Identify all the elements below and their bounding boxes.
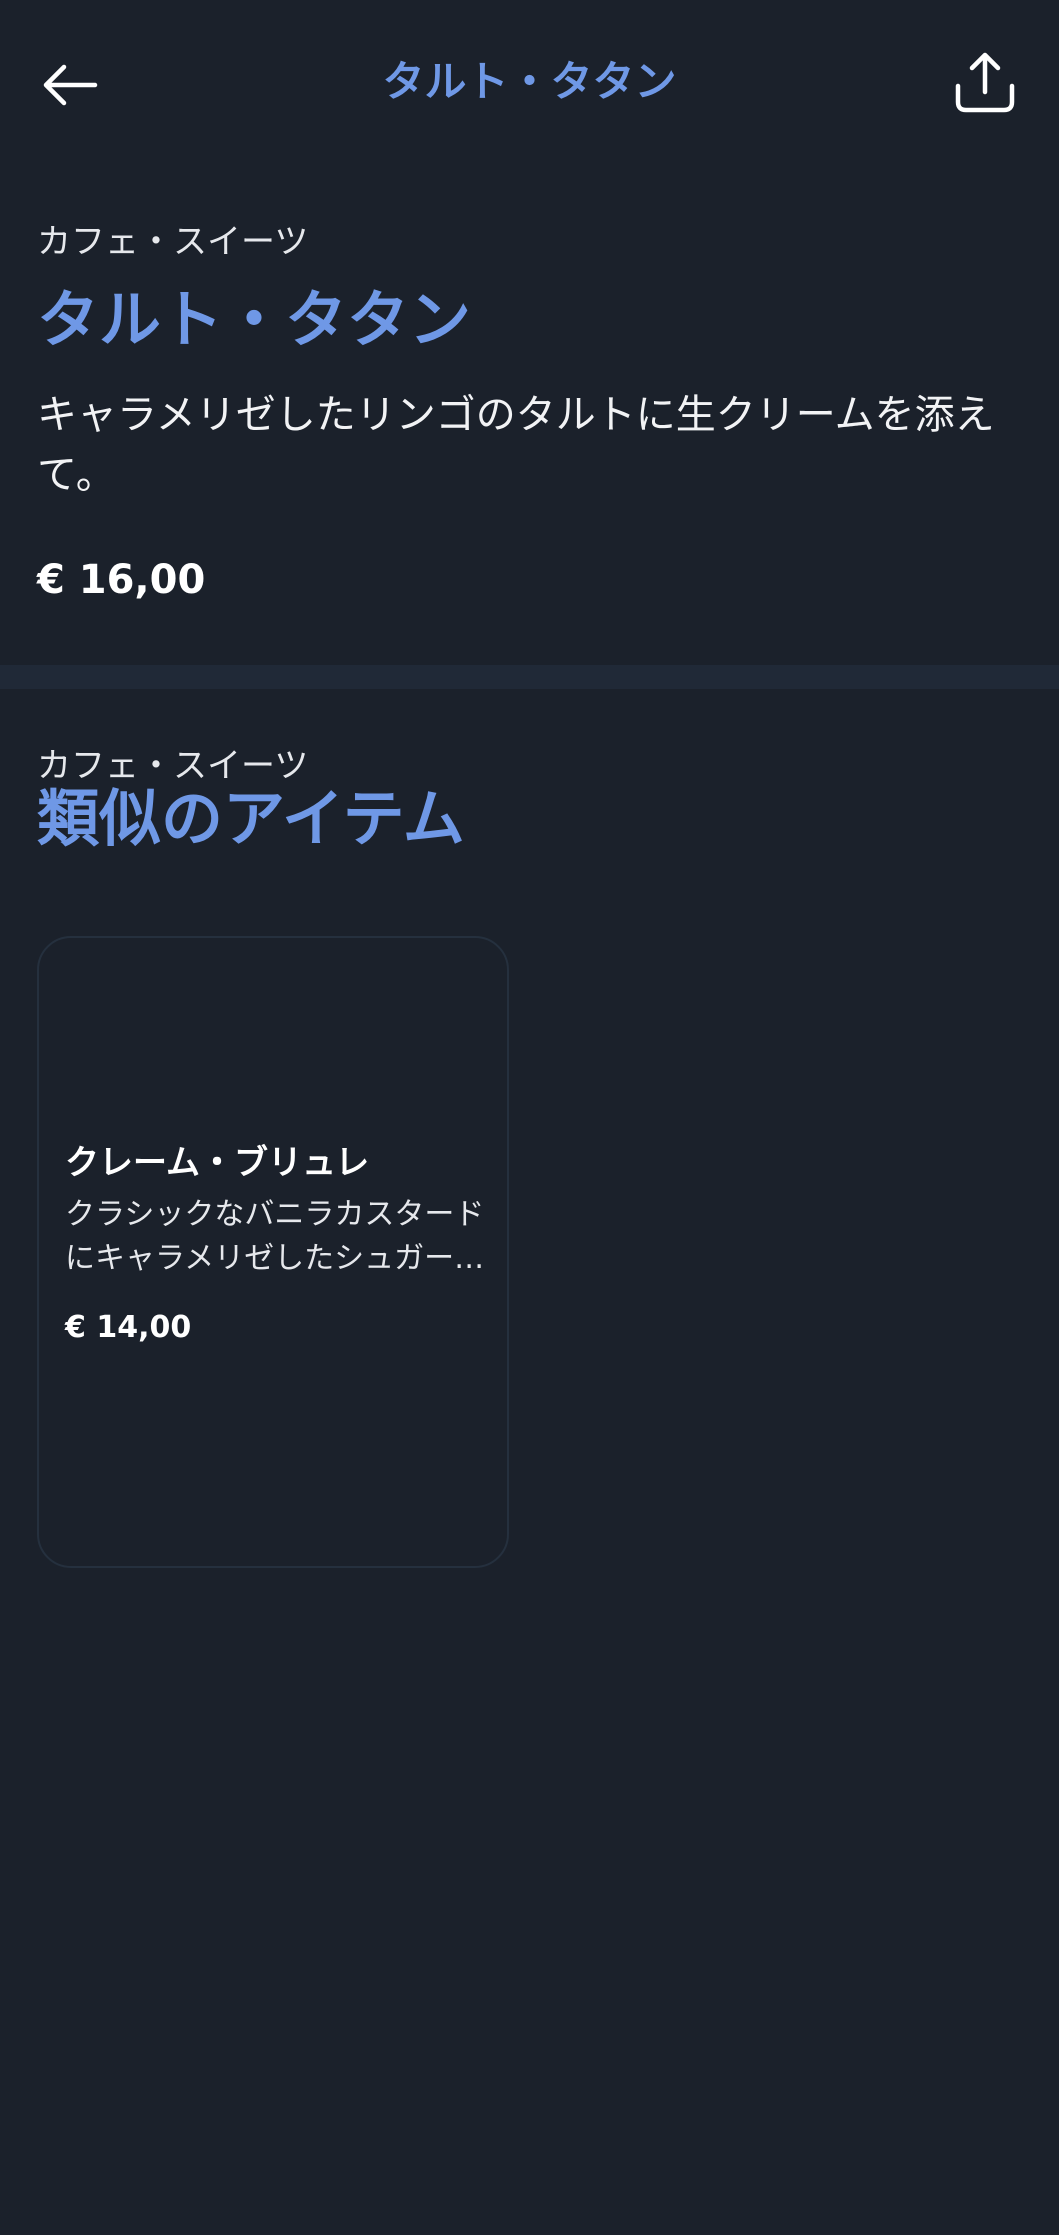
back-button[interactable] (30, 45, 110, 125)
item-name: タルト・タタン (37, 283, 472, 356)
similar-item-description: クラシックなバニラカスタードにキャラメリゼしたシュガートップ。 (65, 1197, 485, 1276)
section-divider (0, 665, 1059, 689)
arrow-left-icon (43, 64, 98, 106)
share-icon (955, 52, 1015, 113)
similar-items-section: カフェ・スイーツ 類似のアイテム クレーム・ブリュレ クラシックなバニラカスター… (0, 689, 1059, 1589)
share-button[interactable] (945, 42, 1025, 122)
item-description: キャラメリゼしたリンゴのタルトに生クリームを添えて。 (37, 392, 995, 498)
item-detail-section: カフェ・スイーツ タルト・タタン キャラメリゼしたリンゴのタルトに生クリームを添… (0, 170, 1059, 665)
similar-item-name: クレーム・ブリュレ (65, 1143, 370, 1183)
similar-item-price: € 14,00 (65, 1310, 192, 1345)
similar-heading: 類似のアイテム (37, 782, 465, 855)
item-price: € 16,00 (37, 557, 206, 603)
top-navigation-bar: タルト・タタン (0, 0, 1059, 170)
similar-item-card[interactable]: クレーム・ブリュレ クラシックなバニラカスタードにキャラメリゼしたシュガートップ… (37, 936, 509, 1568)
item-category: カフェ・スイーツ (37, 222, 309, 262)
page-title: タルト・タタン (382, 57, 677, 106)
